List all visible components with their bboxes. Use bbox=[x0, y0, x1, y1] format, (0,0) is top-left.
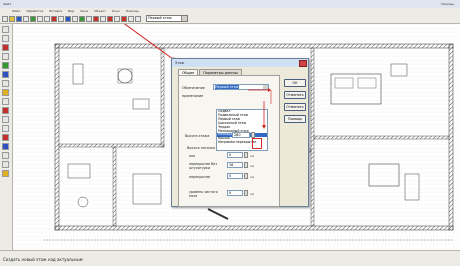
level-input[interactable]: 0 bbox=[227, 190, 243, 196]
stair-tool-icon[interactable] bbox=[2, 80, 9, 87]
floor-up-icon[interactable] bbox=[128, 15, 134, 22]
save-icon[interactable] bbox=[16, 15, 22, 22]
close-icon[interactable] bbox=[299, 60, 307, 67]
floor-select[interactable]: Первый этаж bbox=[146, 15, 188, 22]
wall-icon[interactable] bbox=[93, 15, 99, 22]
unit-label: см bbox=[250, 192, 254, 196]
line-tool-icon[interactable] bbox=[2, 152, 9, 159]
level-spinner[interactable] bbox=[244, 190, 248, 196]
floor-add-icon[interactable] bbox=[121, 15, 127, 22]
menu-windows[interactable]: Окна bbox=[80, 9, 88, 13]
help-text[interactable]: Помощь bbox=[441, 2, 454, 6]
floor-height-label: Высота этажа bbox=[185, 134, 210, 138]
roof-tool-icon[interactable] bbox=[2, 89, 9, 96]
floor-select-value: Первый этаж bbox=[148, 16, 172, 20]
grid-icon[interactable] bbox=[86, 15, 92, 22]
floor-label: пол bbox=[189, 154, 196, 158]
unit-label: см bbox=[250, 154, 254, 158]
cut-icon[interactable] bbox=[30, 15, 36, 22]
menu-window[interactable]: Окно bbox=[112, 9, 120, 13]
floor-input[interactable]: 0 bbox=[227, 152, 243, 158]
menu-view[interactable]: Вид bbox=[68, 9, 74, 13]
undo-button[interactable]: Отменить bbox=[284, 103, 306, 111]
undo-icon[interactable] bbox=[51, 15, 57, 22]
ceiling-input[interactable]: 16 bbox=[227, 162, 243, 168]
ceiling-overlap-label: перекрытие без штукатурки bbox=[189, 162, 217, 170]
wall-tool-icon[interactable] bbox=[2, 44, 9, 51]
chevron-down-icon[interactable] bbox=[263, 85, 268, 89]
dimension-tool-icon[interactable] bbox=[2, 125, 9, 132]
status-text: Создать новый этаж над актуальным bbox=[3, 257, 83, 262]
measure-tool-icon[interactable] bbox=[2, 161, 9, 168]
ceiling-section-label: Высота потолка bbox=[187, 146, 215, 150]
cancel-button[interactable]: Отменить bbox=[284, 91, 306, 99]
print-icon[interactable] bbox=[23, 15, 29, 22]
help-button[interactable]: Помощь bbox=[284, 115, 306, 123]
floor-tool-icon[interactable] bbox=[2, 107, 9, 114]
view3d-icon[interactable] bbox=[79, 15, 85, 22]
select-icon[interactable] bbox=[2, 35, 9, 42]
copy-icon[interactable] bbox=[37, 15, 43, 22]
room-tool-icon[interactable] bbox=[2, 53, 9, 60]
door-tool-icon[interactable] bbox=[2, 62, 9, 69]
note-label: примечание bbox=[182, 94, 204, 98]
door-icon[interactable] bbox=[100, 15, 106, 22]
left-toolbar bbox=[0, 24, 13, 250]
unit-label: см bbox=[250, 164, 254, 168]
camera-tool-icon[interactable] bbox=[2, 143, 9, 150]
window-tool-icon[interactable] bbox=[2, 71, 9, 78]
ok-button[interactable]: ОК bbox=[284, 79, 306, 87]
title-text: Файл bbox=[3, 2, 12, 6]
ceiling-spinner[interactable] bbox=[244, 162, 248, 168]
zoom-icon[interactable] bbox=[65, 15, 71, 22]
overlap-spinner[interactable] bbox=[244, 173, 248, 179]
menu-file[interactable]: Файл bbox=[12, 9, 20, 13]
paste-icon[interactable] bbox=[44, 15, 50, 22]
title-bar: Файл Помощь bbox=[0, 0, 460, 8]
open-icon[interactable] bbox=[9, 15, 15, 22]
object-tool-icon[interactable] bbox=[2, 134, 9, 141]
general-panel: Обозначение Первый этаж примечание Подва… bbox=[178, 75, 280, 207]
floor-spinner[interactable] bbox=[244, 152, 248, 158]
dialog-title-bar: Этаж bbox=[172, 59, 308, 67]
window-icon[interactable] bbox=[107, 15, 113, 22]
floor-level-label: уровень чистого пола bbox=[189, 190, 218, 198]
designation-label: Обозначение bbox=[182, 86, 205, 90]
redo-icon[interactable] bbox=[58, 15, 64, 22]
floor-height-input[interactable]: 280 bbox=[232, 132, 250, 138]
overlap-label: перекрытие bbox=[189, 175, 211, 179]
status-bar: Создать новый этаж над актуальным bbox=[0, 250, 460, 266]
overlap-input[interactable]: 0 bbox=[227, 173, 243, 179]
menu-processing[interactable]: Обработка bbox=[26, 9, 43, 13]
dialog-title: Этаж bbox=[175, 61, 185, 65]
unit-label: см bbox=[250, 175, 254, 179]
pointer-icon[interactable] bbox=[2, 26, 9, 33]
floor-down-icon[interactable] bbox=[135, 15, 141, 22]
column-tool-icon[interactable] bbox=[2, 98, 9, 105]
help-tool-icon[interactable] bbox=[2, 170, 9, 177]
designation-combo[interactable]: Первый этаж bbox=[213, 84, 269, 90]
text-tool-icon[interactable] bbox=[2, 116, 9, 123]
chevron-down-icon[interactable] bbox=[181, 16, 187, 21]
floor-dialog: Этаж Общие Параметры данных Обозначение … bbox=[171, 58, 309, 207]
menu-insert[interactable]: Вставка bbox=[49, 9, 62, 13]
new-icon[interactable] bbox=[2, 15, 8, 22]
pan-icon[interactable] bbox=[72, 15, 78, 22]
main-toolbar: Первый этаж bbox=[0, 14, 460, 24]
menu-help[interactable]: Помощь bbox=[126, 9, 139, 13]
stair-icon[interactable] bbox=[114, 15, 120, 22]
spinner-highlight bbox=[252, 138, 262, 149]
designation-value: Первый этаж bbox=[215, 85, 239, 89]
menu-object[interactable]: Объект bbox=[94, 9, 106, 13]
